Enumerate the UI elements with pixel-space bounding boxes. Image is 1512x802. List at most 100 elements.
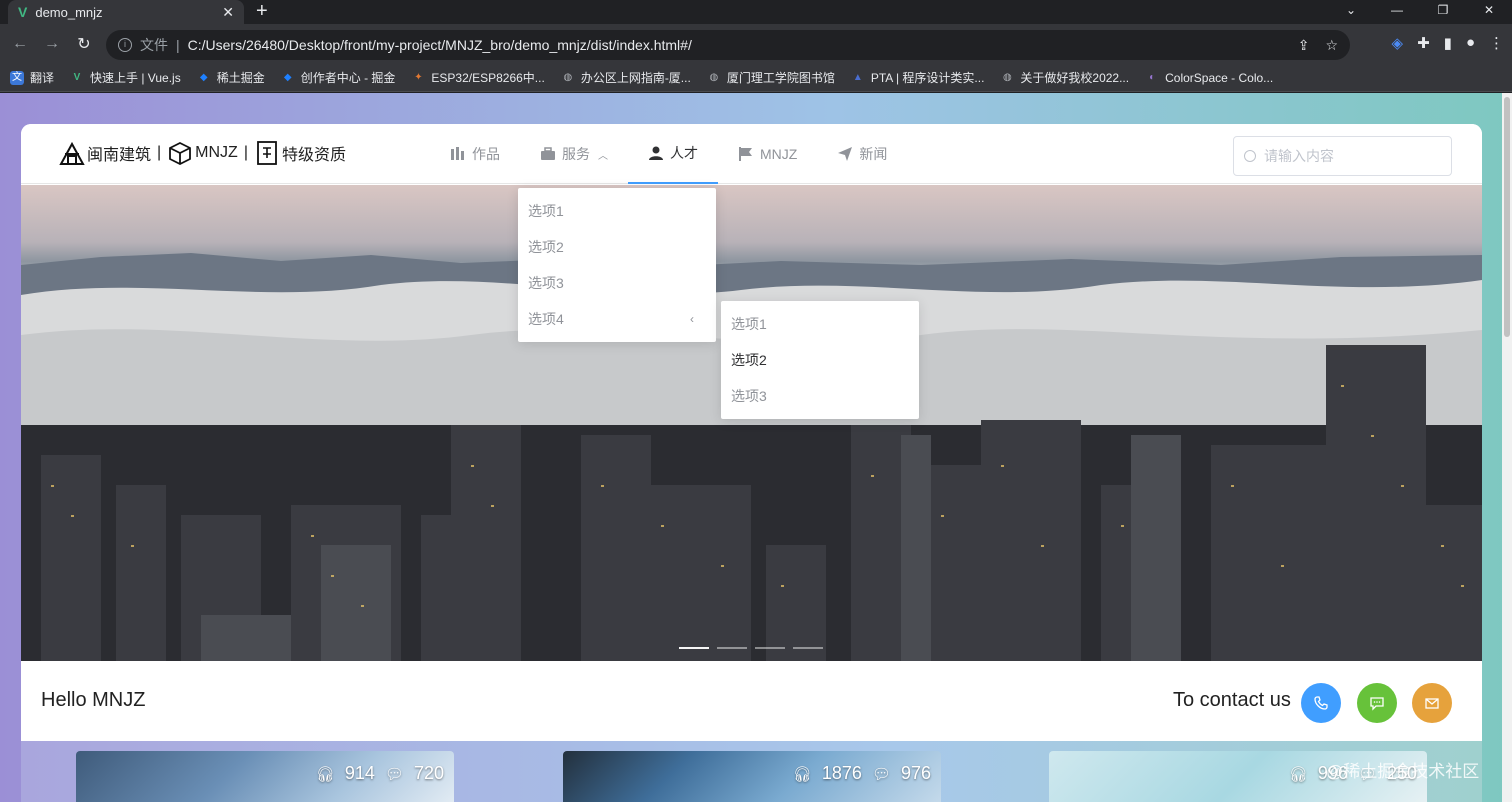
translate-icon: 文 (10, 70, 24, 85)
juejin-icon: ◆ (199, 71, 208, 83)
submenu-option[interactable]: 选项1 (518, 193, 716, 229)
carousel-indicators (679, 647, 823, 649)
phone-button[interactable] (1301, 683, 1341, 723)
tab-title: demo_mnjz (35, 4, 103, 20)
submenu-option[interactable]: 选项2 (518, 229, 716, 265)
close-tab-icon[interactable]: ✕ (222, 4, 234, 21)
browser-tab[interactable]: V demo_mnjz ✕ (8, 0, 244, 24)
tab-search-icon[interactable]: ⌄ (1328, 0, 1374, 24)
brand-name-cn: 闽南建筑 (87, 147, 152, 164)
nested-option[interactable]: 选项2 (721, 342, 919, 378)
mail-icon (1425, 698, 1439, 709)
search-box[interactable] (1233, 136, 1452, 176)
comment-count: 976 (900, 763, 931, 783)
nested-dropdown: 选项1 选项2 选项3 (721, 301, 919, 419)
bookmark-item[interactable]: ◍ 关于做好我校2022... (1000, 69, 1129, 86)
bookmark-label: 创作者中心 - 掘金 (300, 71, 396, 85)
chevron-left-icon: ‹ (690, 312, 694, 326)
certificate-icon (257, 141, 277, 165)
chevron-up-icon: ︿ (598, 150, 608, 162)
page-scrollbar[interactable] (1502, 93, 1512, 802)
side-panel-icon[interactable]: ▮ (1444, 34, 1452, 52)
flag-icon (739, 147, 752, 161)
address-bar[interactable]: i 文件 | C:/Users/26480/Desktop/front/my-p… (106, 30, 1350, 60)
bookmark-label: ColorSpace - Colo... (1165, 70, 1274, 85)
menu-label: 作品 (472, 146, 500, 162)
services-dropdown: 选项1 选项2 选项3 选项4 ‹ (518, 188, 716, 342)
vue-logo-icon: V (18, 4, 28, 20)
site-header: 闽南建筑 | MNJZ | 特级资质 作品 服务 ︿ 人才 MNJZ 新闻 请输… (21, 124, 1482, 184)
chat-button[interactable] (1357, 683, 1397, 723)
comment-count: 720 (413, 763, 444, 783)
forward-icon[interactable]: → (36, 35, 68, 53)
gallery-section: 🎧︎ 914 💬︎ 720 🎧︎ 1876 💬︎ 976 🎧︎ 996 💬︎ 2… (21, 741, 1482, 802)
menu-item-services[interactable]: 服务 ︿ (520, 124, 628, 184)
listen-count: 914 (344, 763, 375, 783)
bookmark-label: 快速上手 | Vue.js (90, 71, 181, 85)
menu-label: MNJZ (760, 146, 798, 162)
url-text[interactable]: C:/Users/26480/Desktop/front/my-project/… (188, 37, 1282, 53)
carousel-dot[interactable] (793, 647, 823, 649)
headphones-icon: 🎧︎ (792, 765, 812, 783)
gallery-card[interactable]: 🎧︎ 1876 💬︎ 976 (563, 751, 941, 802)
puzzle-icon[interactable]: ✚ (1417, 34, 1430, 52)
bookmark-label: ESP32/ESP8266中... (431, 71, 545, 85)
bookmark-item[interactable]: V 快速上手 | Vue.js (70, 69, 181, 86)
menu-label: 人才 (670, 145, 698, 161)
carousel-dot[interactable] (717, 647, 747, 649)
phone-icon (1314, 696, 1328, 710)
back-icon[interactable]: ← (4, 35, 36, 53)
hello-text: Hello MNJZ (41, 689, 146, 711)
mail-button[interactable] (1412, 683, 1452, 723)
main-card: 闽南建筑 | MNJZ | 特级资质 作品 服务 ︿ 人才 MNJZ 新闻 请输… (21, 124, 1482, 802)
info-icon[interactable]: i (118, 38, 132, 52)
new-tab-button[interactable]: + (256, 0, 268, 24)
bookmark-item[interactable]: ◆ 创作者中心 - 掘金 (281, 69, 396, 86)
reload-icon[interactable]: ↻ (68, 34, 100, 54)
bookmark-item[interactable]: ◐ ColorSpace - Colo... (1145, 71, 1273, 85)
hero-carousel[interactable] (21, 185, 1482, 661)
window-controls: ⌄ — ❐ ✕ (1328, 0, 1512, 24)
profile-icon[interactable]: ● (1466, 34, 1475, 52)
share-icon[interactable]: ⇪ (1298, 37, 1310, 54)
restore-icon[interactable]: ❐ (1420, 0, 1466, 24)
minimize-icon[interactable]: — (1374, 0, 1420, 24)
carousel-dot[interactable] (679, 647, 709, 649)
bookmark-item[interactable]: ◆ 稀土掘金 (197, 69, 265, 86)
info-row: Hello MNJZ To contact us (21, 661, 1482, 741)
comment-icon: 💬︎ (384, 765, 404, 783)
brand-separator: | (157, 144, 162, 161)
carousel-dot[interactable] (755, 647, 785, 649)
menu-item-works[interactable]: 作品 (430, 124, 520, 184)
submenu-option[interactable]: 选项3 (518, 265, 716, 301)
menu-item-mnjz[interactable]: MNJZ (718, 124, 817, 184)
nested-option[interactable]: 选项1 (721, 306, 919, 342)
scrollbar-thumb[interactable] (1504, 97, 1510, 337)
esp-icon: ✦ (414, 71, 423, 83)
submenu-option-4[interactable]: 选项4 ‹ (518, 301, 716, 337)
more-menu-icon[interactable]: ⋮ (1489, 34, 1504, 52)
card-stats: 🎧︎ 914 💬︎ 720 (316, 763, 444, 784)
bookmark-item[interactable]: ▲ PTA | 程序设计类实... (851, 69, 985, 86)
nested-option[interactable]: 选项3 (721, 378, 919, 414)
city-skyline-image (21, 253, 1482, 661)
bookmark-item[interactable]: ◍ 厦门理工学院图书馆 (707, 69, 834, 86)
bookmark-label: 稀土掘金 (216, 71, 265, 85)
brand-logo[interactable]: 闽南建筑 | MNJZ | 特级资质 (59, 140, 346, 166)
extension-icon[interactable]: ◈ (1392, 34, 1404, 52)
menu-item-news[interactable]: 新闻 (817, 124, 907, 184)
bookmark-item[interactable]: ◍ 办公区上网指南-厦... (561, 69, 690, 86)
watermark: @稀土掘金技术社区 (1326, 762, 1480, 781)
close-window-icon[interactable]: ✕ (1466, 0, 1512, 24)
submenu-label: 选项4 (528, 311, 564, 327)
bookmark-star-icon[interactable]: ☆ (1325, 37, 1338, 54)
bookmark-item[interactable]: 文翻译 (10, 69, 54, 86)
colorspace-icon: ◐ (1149, 71, 1156, 83)
search-input[interactable] (1264, 148, 1434, 164)
gallery-card[interactable]: 🎧︎ 914 💬︎ 720 (76, 751, 454, 802)
chart-icon (451, 147, 464, 160)
menu-item-talent[interactable]: 人才 (628, 124, 718, 184)
globe-icon: ◍ (709, 71, 719, 83)
bookmark-item[interactable]: ✦ ESP32/ESP8266中... (411, 69, 545, 86)
scheme-separator: | (176, 37, 180, 53)
